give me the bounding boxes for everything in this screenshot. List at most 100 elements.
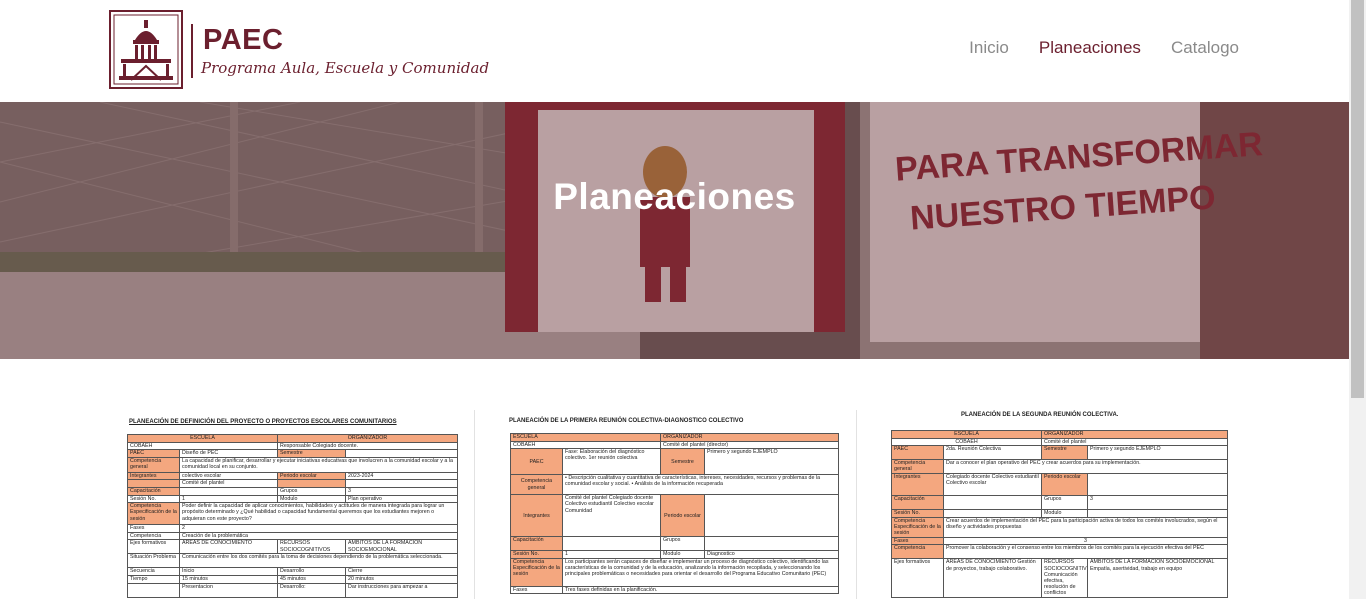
table-cell: AREAS DE CONOCIMIENTO Gestión de proyect…	[942, 558, 1043, 598]
table-cell: Periodo escolar	[1041, 473, 1089, 497]
table-cell: Ejes formativos	[127, 539, 180, 555]
table-cell: Grupos	[660, 536, 706, 552]
table-cell: COBAEH	[509, 440, 662, 450]
table-cell: Ejes formativos	[891, 558, 944, 598]
table-cell: Competencia Especificación de la sesión	[891, 516, 944, 538]
table-cell: COBAEH	[890, 437, 1043, 447]
table-cell: Creación de la problemática	[178, 531, 459, 541]
table-cell	[127, 582, 180, 598]
table-cell: colectivo escolar	[178, 471, 279, 481]
table-cell: 15 minutos	[178, 574, 279, 584]
doc-title: PLANEACIÓN DE DEFINICIÓN DEL PROYECTO O …	[129, 419, 397, 425]
table-cell	[127, 479, 180, 488]
table-cell: Primero y segundo EJEMPLO	[1087, 445, 1229, 461]
table-cell: 2da. Reunión Colectiva	[942, 445, 1043, 461]
table-cell: Grupos	[1041, 495, 1089, 511]
table-cell: Dar instrucciones para ampezar a	[345, 582, 459, 598]
table-cell: PAEC	[510, 448, 563, 476]
table-cell: Desarrollo:	[277, 582, 347, 598]
table-cell: Los participantes serán capaces de diseñ…	[561, 557, 840, 587]
table-cell: COBAEH	[126, 441, 279, 451]
table-cell: Periodo escolar	[277, 471, 347, 481]
site-logo[interactable]: PAEC Programa Aula, Escuela y Comunidad	[109, 10, 489, 90]
planeaciones-list: PLANEACIÓN DE DEFINICIÓN DEL PROYECTO O …	[109, 400, 1239, 599]
table-cell: • Descripción cualitativa y cuantitativa…	[561, 474, 840, 496]
table-cell: Secuencia	[127, 567, 180, 576]
table-cell: Presentacion	[178, 582, 279, 598]
table-cell: Sesión No.	[510, 550, 563, 559]
table-cell: Competencia Especificación de la sesión	[127, 502, 180, 526]
table-cell: Diagnostico	[704, 550, 840, 559]
table-cell: Competencia	[127, 531, 180, 541]
table-cell: Fase: Elaboración del diagnóstico colect…	[561, 448, 662, 476]
table-cell: ESCUELA	[890, 430, 1043, 439]
table-cell: Colegiado docente Colectivo estudiantil …	[942, 473, 1043, 497]
table-cell: Semestre	[1041, 445, 1089, 461]
planeacion-card-3[interactable]: PLANEACIÓN DE LA SEGUNDA REUNIÓN COLECTI…	[869, 400, 1239, 599]
doc-table: ESCUELA ORGANIZADOR COBAEH Comité del plan…	[890, 430, 1229, 598]
table-cell: Comunicación entre los dos comités para …	[178, 553, 459, 569]
table-cell: Semestre	[277, 449, 347, 458]
table-cell	[178, 486, 279, 496]
table-cell	[704, 536, 840, 552]
table-cell: Desarrollo	[277, 567, 347, 576]
table-cell: Grupos	[277, 486, 347, 496]
table-cell: Fases	[510, 585, 563, 595]
table-cell: Modulo	[1041, 509, 1089, 518]
doc-title: PLANEACIÓN DE LA PRIMERA REUNIÓN COLECTI…	[509, 418, 744, 424]
scrollbar-thumb[interactable]	[1351, 0, 1364, 398]
table-cell	[1087, 509, 1229, 518]
nav-catalogo[interactable]: Catalogo	[1171, 38, 1239, 58]
table-cell: Plan operativo	[345, 494, 459, 504]
table-cell: ESCUELA	[126, 434, 279, 443]
table-cell: 1	[561, 550, 662, 559]
table-cell: La capacidad de planificar, desarrollar …	[178, 456, 459, 473]
table-cell: 45 minutos	[277, 574, 347, 584]
table-cell: Integrantes	[127, 471, 180, 481]
divider	[474, 410, 475, 599]
nav-inicio[interactable]: Inicio	[969, 38, 1009, 58]
main-nav: Inicio Planeaciones Catalogo	[969, 38, 1239, 58]
table-cell: ESCUELA	[509, 433, 662, 442]
table-cell: PAEC	[891, 445, 944, 461]
table-cell: Competencia	[891, 544, 944, 560]
table-cell: Fases	[127, 524, 180, 533]
table-cell: PAEC	[127, 449, 180, 458]
table-cell: Comité del plantel	[178, 479, 279, 488]
table-cell	[942, 509, 1043, 518]
table-cell	[704, 494, 840, 538]
table-cell: Tiempo	[127, 574, 180, 584]
table-cell: 2	[178, 524, 459, 533]
table-cell: Capacitación	[891, 495, 944, 511]
table-cell: Responsable Colegiado docente.	[277, 441, 459, 451]
table-cell: 3	[345, 486, 459, 496]
table-cell: Integrantes	[510, 494, 563, 538]
hero-overlay	[0, 102, 1349, 359]
doc-table: ESCUELA ORGANIZADOR COBAEH Responsable Col…	[126, 434, 459, 598]
brand-name: PAEC	[203, 24, 284, 56]
table-cell: ORGANIZADOR	[1041, 430, 1229, 439]
table-cell: Sesión No.	[891, 509, 944, 518]
table-cell	[942, 495, 1043, 511]
planeacion-card-1[interactable]: PLANEACIÓN DE DEFINICIÓN DEL PROYECTO O …	[109, 400, 464, 599]
page-title: Planeaciones	[553, 176, 796, 217]
table-cell: Competencia general	[891, 459, 944, 475]
table-cell	[1087, 473, 1229, 497]
planeacion-card-2[interactable]: PLANEACIÓN DE LA PRIMERA REUNIÓN COLECTI…	[489, 400, 849, 599]
table-cell: Comité del plantel (director)	[660, 440, 840, 450]
nav-planeaciones[interactable]: Planeaciones	[1039, 38, 1141, 58]
table-cell: 3	[1087, 495, 1229, 511]
table-cell: Integrantes	[891, 473, 944, 497]
table-cell: Capacitación	[510, 536, 563, 552]
table-cell: Competencia general	[510, 474, 563, 496]
table-cell: Tres fases definidas en la planificación…	[561, 585, 840, 595]
table-cell: Modulo	[277, 494, 347, 504]
table-cell	[277, 479, 347, 488]
hero-banner: PARA TRANSFORMAR NUESTRO TIEMPO Planeaci…	[0, 102, 1349, 359]
table-cell: Crear acuerdos de implementación del PEC…	[942, 516, 1229, 538]
table-cell: ORGANIZADOR	[277, 434, 459, 443]
table-cell: RECURSOS SOCIOCOGNITIVOS Comunicación ef…	[1041, 558, 1089, 598]
table-cell: Diseño de PEC	[178, 449, 279, 458]
table-cell: Periodo escolar	[660, 494, 706, 538]
doc-title: PLANEACIÓN DE LA SEGUNDA REUNIÓN COLECTI…	[961, 412, 1119, 418]
